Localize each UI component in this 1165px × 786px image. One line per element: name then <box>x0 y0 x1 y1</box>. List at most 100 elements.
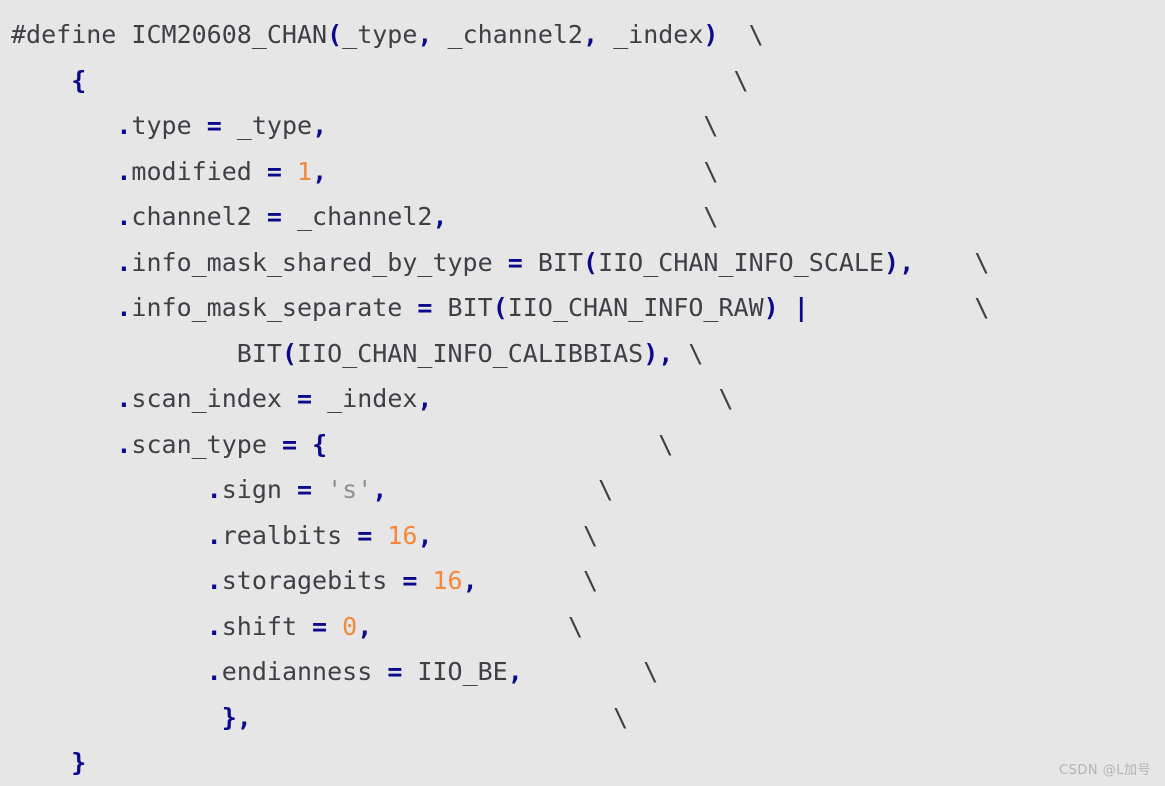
code-lines: #define ICM20608_CHAN(_type, _channel2, … <box>11 12 989 786</box>
code-line: .shift = 0, \ <box>11 604 989 650</box>
code-token-ident: IIO_CHAN_INFO_SCALE <box>598 247 885 277</box>
code-line: .scan_type = { \ <box>11 422 989 468</box>
code-token-punc: . <box>206 611 222 641</box>
code-token-punc: . <box>116 202 132 231</box>
code-token-punc: . <box>206 475 222 504</box>
code-line: .endianness = IIO_BE, \ <box>11 649 989 695</box>
code-token-ident: _channel2 <box>281 202 433 231</box>
code-token-punc: ) <box>763 293 779 322</box>
code-line: .info_mask_separate = BIT(IIO_CHAN_INFO_… <box>11 285 989 331</box>
code-token-punc: , <box>236 702 252 732</box>
code-token-ident: _type <box>221 111 313 140</box>
code-token-punc: . <box>116 247 132 277</box>
code-token-op: = <box>417 293 433 322</box>
code-token-punc: ( <box>583 247 599 277</box>
code-token-cont: \ <box>567 611 584 641</box>
code-line: .info_mask_shared_by_type = BIT(IIO_CHAN… <box>11 240 989 286</box>
code-token-ident: sign <box>221 475 297 504</box>
code-token-op: = <box>266 156 282 186</box>
code-token-cont: \ <box>658 429 674 459</box>
code-token-punc: { <box>312 429 328 459</box>
code-token-punc: ) <box>703 20 719 49</box>
code-token-ident: modified <box>131 156 267 186</box>
code-line: .modified = 1, \ <box>11 149 989 195</box>
code-token-ident: _channel2 <box>432 20 583 49</box>
code-token-pre: #define <box>11 20 117 49</box>
code-token-punc: , <box>899 247 915 277</box>
code-token-punc: . <box>116 111 132 140</box>
code-token-cont: \ <box>613 702 629 732</box>
code-token-op: = <box>387 657 403 686</box>
code-token-cont: \ <box>703 156 719 186</box>
code-line: BIT(IIO_CHAN_INFO_CALIBBIAS), \ <box>11 331 989 377</box>
code-token-ident: _index <box>598 20 704 49</box>
code-token-punc: , <box>507 657 523 686</box>
code-token-punc: . <box>116 429 132 459</box>
code-token-punc: , <box>462 566 478 595</box>
code-line: .scan_index = _index, \ <box>11 376 989 422</box>
code-token-punc: ) <box>884 247 900 277</box>
code-token-punc: ( <box>281 338 297 368</box>
code-token-cont: \ <box>748 20 764 49</box>
code-token-op: = <box>312 611 328 641</box>
code-token-ident: endianness <box>221 657 388 686</box>
code-token-ident: BIT <box>432 293 493 322</box>
code-token-punc: . <box>206 520 222 550</box>
code-token-punc: , <box>417 384 433 413</box>
code-token-ident: scan_index <box>131 384 297 413</box>
code-token-punc: } <box>221 702 237 732</box>
code-token-op: = <box>507 247 523 277</box>
code-line: } <box>11 740 989 786</box>
code-token-cont: \ <box>718 384 734 413</box>
code-token-ident: scan_type <box>131 429 282 459</box>
code-token-punc: ) <box>643 338 659 368</box>
code-token-punc: ( <box>492 293 508 322</box>
code-token-punc: , <box>312 156 328 186</box>
code-token-op: = <box>402 566 418 595</box>
code-token-op: | <box>793 293 809 322</box>
code-token-punc: , <box>312 111 328 140</box>
code-token-punc: , <box>417 520 433 550</box>
code-token-num: 0 <box>342 611 358 641</box>
code-token-cont: \ <box>974 293 990 322</box>
code-token-cont: \ <box>703 111 719 140</box>
code-token-op: = <box>357 520 373 550</box>
code-token-punc: . <box>116 293 132 322</box>
code-line: .realbits = 16, \ <box>11 513 989 559</box>
code-token-punc: . <box>206 657 222 686</box>
code-token-ident: BIT <box>236 338 282 368</box>
code-token-ident: type <box>131 111 207 140</box>
code-line: .channel2 = _channel2, \ <box>11 194 989 240</box>
code-line: #define ICM20608_CHAN(_type, _channel2, … <box>11 12 989 58</box>
code-token-op: = <box>206 111 222 140</box>
code-token-punc: , <box>582 20 599 49</box>
code-token-op: = <box>281 429 297 459</box>
code-token-cont: \ <box>598 475 614 504</box>
code-token-cont: \ <box>643 657 659 686</box>
